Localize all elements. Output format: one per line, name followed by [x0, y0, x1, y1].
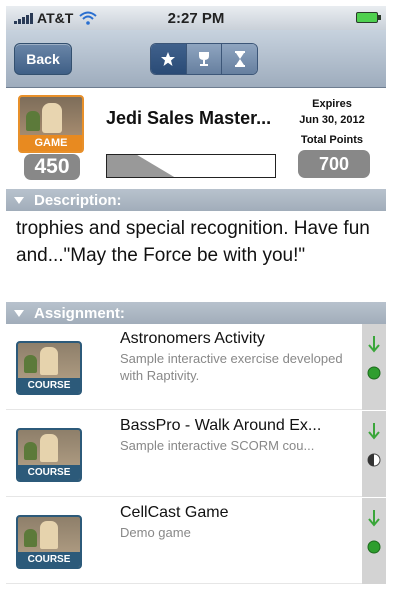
status-time: 2:27 PM	[167, 9, 225, 27]
description-header[interactable]: Description:	[6, 189, 386, 211]
description-text: trophies and special recognition. Have f…	[6, 211, 386, 299]
row-side-panel	[362, 411, 386, 497]
row-side-panel	[362, 498, 386, 584]
total-points-label: Total Points	[300, 134, 364, 146]
assignment-header[interactable]: Assignment:	[6, 302, 386, 324]
description-header-label: Description:	[34, 191, 122, 209]
course-title: BassPro - Walk Around Ex...	[120, 417, 322, 434]
status-bar: AT&T 2:27 PM	[6, 6, 386, 30]
badge-header: GAME 450 Jedi Sales Master... Expires Ju…	[6, 88, 386, 186]
battery-icon	[356, 12, 381, 23]
trophy-icon	[199, 52, 209, 66]
back-button[interactable]: Back	[14, 43, 72, 75]
list-item[interactable]: COURSE CellCast Game Demo game	[6, 498, 386, 584]
badge-image: GAME	[18, 95, 84, 153]
download-arrow-icon[interactable]	[366, 508, 382, 528]
star-icon	[161, 52, 176, 66]
complete-status-icon	[367, 540, 381, 554]
badge-type-tag: GAME	[20, 135, 82, 151]
nav-bar: Back	[6, 30, 386, 88]
progress-bar	[106, 154, 276, 178]
hourglass-icon	[234, 51, 245, 67]
view-segmented-control	[150, 43, 258, 75]
half-complete-status-icon	[367, 453, 381, 467]
total-points: 700	[298, 150, 370, 178]
course-tag: COURSE	[18, 465, 80, 480]
expires-date: Jun 30, 2012	[299, 114, 365, 126]
collapse-triangle-icon	[14, 196, 24, 204]
progress-fill	[107, 155, 175, 177]
row-side-panel	[362, 324, 386, 410]
course-description: Sample interactive SCORM cou...	[120, 438, 315, 453]
expires-label: Expires	[312, 98, 352, 110]
course-thumbnail: COURSE	[16, 515, 82, 569]
course-title: CellCast Game	[120, 504, 229, 521]
tab-hourglass[interactable]	[221, 44, 257, 74]
course-description: Demo game	[120, 525, 191, 540]
tab-badges[interactable]	[151, 44, 186, 74]
complete-status-icon	[367, 366, 381, 380]
list-item[interactable]: COURSE Astronomers Activity Sample inter…	[6, 324, 386, 410]
course-title: Astronomers Activity	[120, 330, 265, 347]
download-arrow-icon[interactable]	[366, 421, 382, 441]
course-tag: COURSE	[18, 378, 80, 393]
course-tag: COURSE	[18, 552, 80, 567]
earned-points: 450	[24, 154, 80, 180]
tab-trophies[interactable]	[185, 44, 222, 74]
download-arrow-icon[interactable]	[366, 334, 382, 354]
course-thumbnail: COURSE	[16, 428, 82, 482]
badge-title: Jedi Sales Master...	[106, 108, 272, 128]
course-description: Sample interactive exercise developed wi…	[120, 351, 343, 383]
course-thumbnail: COURSE	[16, 341, 82, 395]
list-item[interactable]: COURSE BassPro - Walk Around Ex... Sampl…	[6, 411, 386, 497]
assignment-header-label: Assignment:	[34, 304, 125, 322]
collapse-triangle-icon	[14, 309, 24, 317]
